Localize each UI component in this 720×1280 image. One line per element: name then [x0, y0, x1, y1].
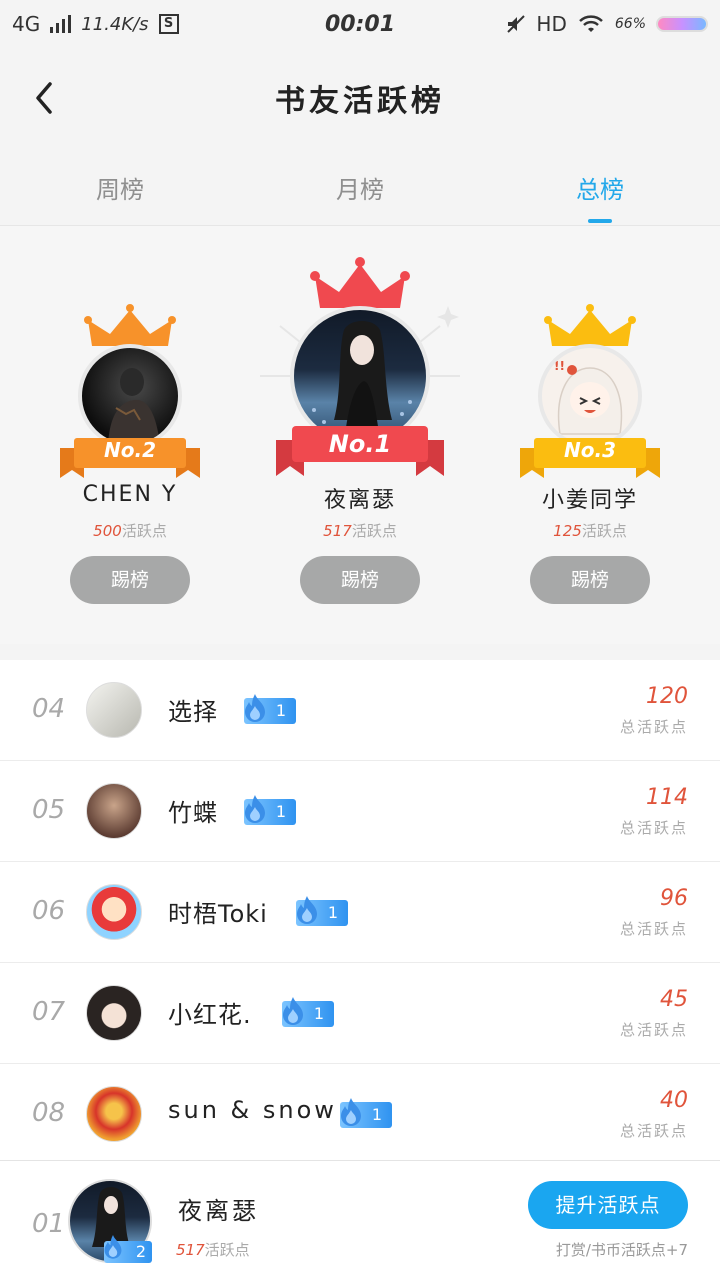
- hd-indicator: HD: [536, 12, 567, 36]
- tab-weekly[interactable]: 周榜: [0, 148, 240, 225]
- list-item[interactable]: 04 选择 1 120 总活跃点: [0, 660, 720, 761]
- fan-level-badge: 2: [104, 1235, 152, 1263]
- fan-level-badge: 1: [282, 997, 334, 1027]
- flame-icon: [104, 1235, 122, 1259]
- crown-icon: [544, 304, 636, 346]
- kick-button[interactable]: 踢榜: [300, 556, 420, 604]
- activity-value: 45: [660, 987, 688, 1012]
- activity-points: 500活跃点: [93, 522, 167, 540]
- list-item[interactable]: 06 时梧Toki 1 96 总活跃点: [0, 862, 720, 963]
- avatar: [86, 1086, 142, 1142]
- activity-points: 125活跃点: [553, 522, 627, 540]
- tab-bar: 周榜 月榜 总榜: [0, 148, 720, 226]
- page-title: 书友活跃榜: [275, 84, 445, 119]
- fan-level-badge: 1: [296, 896, 348, 926]
- rank-label: No.1: [328, 430, 392, 458]
- user-name: 竹蝶: [168, 799, 218, 827]
- user-name: 时梧Toki: [168, 900, 268, 928]
- podium-first: No.1 夜离瑟 517活跃点 踢榜: [250, 226, 470, 644]
- flame-icon: [297, 896, 317, 924]
- my-rank-bar: 01 2 夜离瑟 517活跃点 提升活跃点 打赏/书币活跃点+7: [0, 1160, 720, 1280]
- rank-number: 05: [32, 795, 66, 825]
- wifi-icon: [579, 15, 603, 32]
- avatar[interactable]: !!: [538, 344, 642, 448]
- svg-text:!!: !!: [554, 359, 565, 373]
- flame-icon: [283, 997, 303, 1025]
- avatar: [86, 682, 142, 738]
- rank-number: 08: [32, 1098, 66, 1128]
- activity-value: 120: [646, 684, 688, 709]
- activity-label: 总活跃点: [619, 1021, 688, 1039]
- network-speed: 11.4K/s: [81, 13, 149, 35]
- kick-button[interactable]: 踢榜: [70, 556, 190, 604]
- activity-value: 40: [660, 1088, 688, 1113]
- boost-activity-button[interactable]: 提升活跃点: [528, 1181, 688, 1229]
- battery-percent: 66%: [614, 16, 646, 32]
- activity-label: 总活跃点: [619, 920, 688, 938]
- tab-overall[interactable]: 总榜: [480, 148, 720, 225]
- signal-icon: [50, 15, 72, 33]
- avatar-figure: !!: [554, 359, 623, 435]
- tab-monthly[interactable]: 月榜: [240, 148, 480, 225]
- activity-value: 96: [660, 886, 688, 911]
- status-bar: 4G 11.4K/s S 00:01 HD 66%: [0, 0, 720, 48]
- mute-icon: [507, 15, 526, 33]
- my-name: 夜离瑟: [178, 1197, 259, 1225]
- crown-icon: [310, 257, 410, 308]
- boost-hint: 打赏/书币活跃点+7: [555, 1241, 688, 1259]
- avatar: [86, 783, 142, 839]
- avatar-figure: [108, 368, 160, 444]
- user-name: 夜离瑟: [323, 488, 396, 513]
- user-name: sun & snow: [168, 1096, 337, 1124]
- fan-level-badge: 1: [244, 795, 296, 825]
- podium: No.2 CHEN Y 500活跃点 踢榜 No.1 夜离瑟 517活跃点 踢榜: [0, 226, 720, 644]
- activity-label: 总活跃点: [619, 1122, 688, 1140]
- rank-number: 06: [32, 896, 66, 926]
- user-name: 小姜同学: [541, 488, 638, 513]
- avatar: [86, 884, 142, 940]
- avatar: [86, 985, 142, 1041]
- list-item[interactable]: 07 小红花. 1 45 总活跃点: [0, 963, 720, 1064]
- user-name: CHEN Y: [82, 482, 178, 507]
- flame-icon: [341, 1098, 361, 1126]
- rank-number: 07: [32, 997, 66, 1027]
- my-activity-points: 517活跃点: [176, 1241, 250, 1259]
- battery-icon: [656, 16, 708, 32]
- rank-label: No.2: [104, 438, 156, 462]
- header: 书友活跃榜: [0, 48, 720, 148]
- activity-label: 总活跃点: [619, 819, 688, 837]
- activity-label: 总活跃点: [619, 718, 688, 736]
- podium-third: !! No.3 小姜同学 125活跃点 踢榜: [480, 226, 700, 644]
- my-rank-number: 01: [32, 1209, 66, 1239]
- network-type: 4G: [12, 12, 41, 36]
- fan-level-badge: 1: [244, 694, 296, 724]
- back-arrow-icon[interactable]: [26, 74, 66, 122]
- user-name: 选择: [168, 698, 218, 726]
- avatar[interactable]: [78, 344, 182, 448]
- list-item[interactable]: 05 竹蝶 1 114 总活跃点: [0, 761, 720, 862]
- podium-second: No.2 CHEN Y 500活跃点 踢榜: [20, 226, 240, 644]
- activity-value: 114: [646, 785, 688, 810]
- user-name: 小红花.: [168, 1001, 252, 1029]
- sim-icon: S: [158, 14, 179, 34]
- rank-number: 04: [32, 694, 66, 724]
- crown-icon: [84, 304, 176, 346]
- list-item[interactable]: 08 sun & snow 1 40 总活跃点: [0, 1064, 720, 1165]
- rank-label: No.3: [564, 438, 616, 462]
- kick-button[interactable]: 踢榜: [530, 556, 650, 604]
- flame-icon: [245, 795, 265, 823]
- fan-level-badge: 1: [340, 1098, 392, 1128]
- activity-points: 517活跃点: [323, 522, 397, 540]
- flame-icon: [245, 694, 265, 722]
- ranking-list: 04 选择 1 120 总活跃点 05 竹蝶 1 114 总活跃点 06 时梧T…: [0, 660, 720, 1165]
